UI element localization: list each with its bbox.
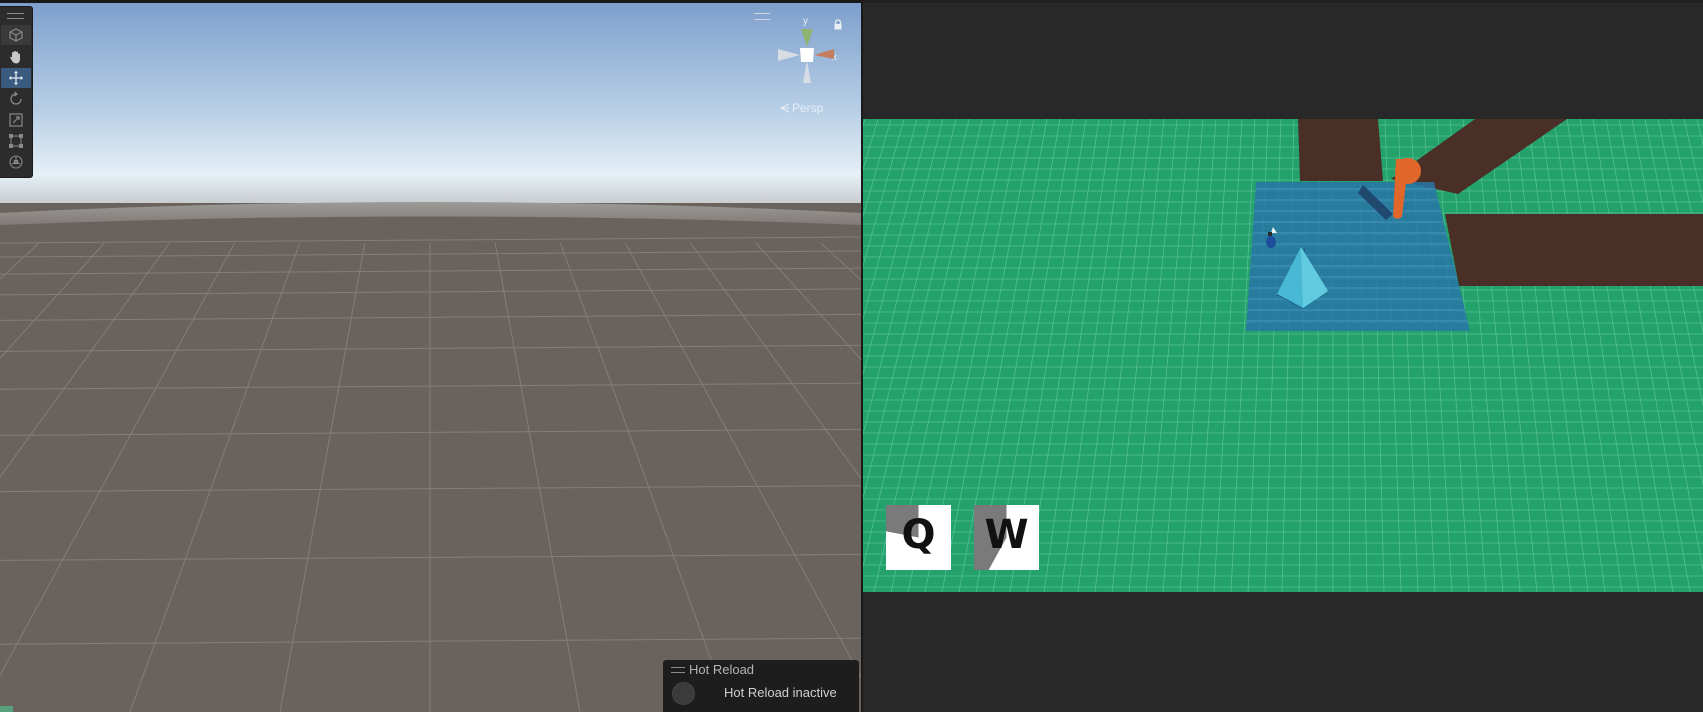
transform-tool-button[interactable]	[1, 152, 31, 172]
tool-palette	[0, 6, 33, 178]
sky	[0, 3, 861, 203]
hot-reload-grip[interactable]	[671, 667, 685, 673]
gizmo-neg-x-axis-cone[interactable]	[778, 49, 800, 61]
rotate-tool-button[interactable]	[1, 89, 31, 109]
transform-icon	[9, 155, 23, 169]
rect-tool-button[interactable]	[1, 131, 31, 151]
skill-w-button[interactable]: W	[974, 505, 1039, 570]
hand-icon	[10, 51, 20, 64]
game-view-top-border	[863, 0, 1703, 3]
overlay-menu-icon[interactable]	[754, 13, 770, 20]
move-tool-button[interactable]	[1, 68, 31, 88]
lock-icon[interactable]	[832, 19, 844, 31]
perspective-icon	[780, 103, 790, 113]
gizmo-y-label: y	[803, 16, 808, 27]
gizmo-neg-y-axis-cone[interactable]	[803, 61, 811, 83]
scale-icon	[9, 113, 23, 127]
skill-w-label: W	[984, 512, 1029, 558]
rect-transform-icon	[9, 134, 23, 148]
projection-toggle[interactable]: Persp	[780, 101, 823, 115]
water-pool	[1246, 182, 1470, 331]
skill-q-button[interactable]: Q	[886, 505, 951, 570]
hand-tool-button[interactable]	[1, 47, 31, 67]
gizmo-center-cube[interactable]	[800, 48, 814, 62]
move-arrows-icon	[8, 70, 24, 86]
scale-tool-button[interactable]	[1, 110, 31, 130]
hot-reload-panel[interactable]: Hot Reload Hot Reload inactive	[663, 660, 859, 712]
scene-canvas[interactable]	[0, 3, 861, 712]
projection-label: Persp	[792, 101, 824, 115]
view-tool-button[interactable]	[1, 25, 31, 45]
cube-view-icon	[9, 28, 23, 42]
gizmo-x-axis-cone[interactable]	[814, 49, 834, 59]
rotate-icon	[10, 91, 22, 105]
unity-editor: y x Persp Hot Reload Hot Reload inactive	[0, 0, 1703, 712]
gizmo-y-axis-cone[interactable]	[801, 29, 813, 47]
hot-reload-status: Hot Reload inactive	[724, 685, 837, 700]
tool-palette-grip[interactable]	[7, 13, 24, 19]
game-view[interactable]: Q W	[863, 0, 1703, 712]
hot-reload-status-icon	[672, 682, 695, 705]
scene-view[interactable]: y x Persp	[0, 3, 861, 712]
scene-corner-marker	[0, 706, 13, 712]
skill-q-label: Q	[901, 512, 936, 558]
hot-reload-title: Hot Reload	[689, 662, 755, 677]
